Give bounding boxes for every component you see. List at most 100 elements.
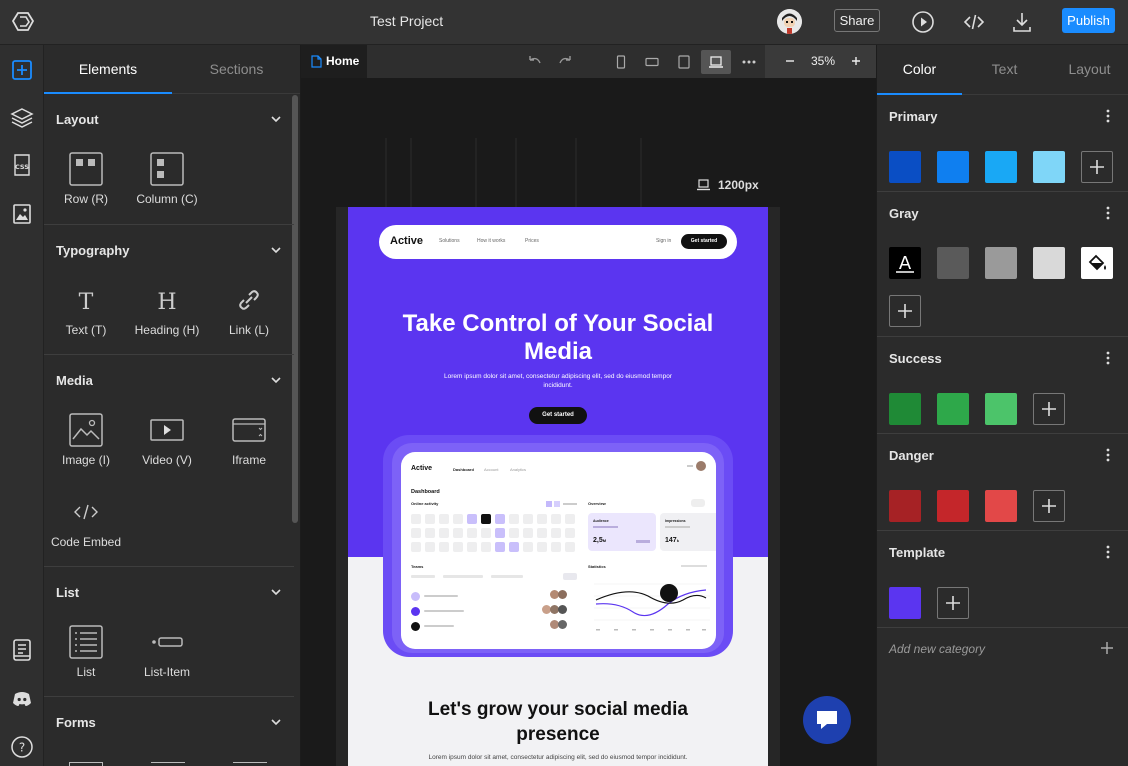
kebab-menu-icon[interactable] <box>1105 109 1111 123</box>
layers-icon[interactable] <box>10 106 34 130</box>
chat-support-button[interactable] <box>803 696 851 744</box>
color-swatch[interactable] <box>985 393 1017 425</box>
site-nav-link[interactable]: How it works <box>477 238 505 244</box>
kebab-menu-icon[interactable] <box>1105 545 1111 559</box>
play-preview-icon[interactable] <box>911 10 935 34</box>
kebab-menu-icon[interactable] <box>1105 448 1111 462</box>
add-color-button[interactable] <box>889 295 921 327</box>
element-text[interactable]: T Text (T) <box>46 283 126 337</box>
element-column[interactable]: Column (C) <box>127 152 207 206</box>
color-swatch-fill[interactable] <box>1081 247 1113 279</box>
element-heading[interactable]: H Heading (H) <box>127 283 207 337</box>
code-view-icon[interactable] <box>962 10 986 34</box>
form-element-icon[interactable] <box>151 762 185 766</box>
color-swatch[interactable] <box>889 490 921 522</box>
site-nav-link[interactable]: Prices <box>525 238 539 244</box>
site-nav-link[interactable]: Solutions <box>439 238 460 244</box>
color-swatch[interactable] <box>937 393 969 425</box>
element-iframe[interactable]: Iframe <box>209 413 289 467</box>
docs-book-icon[interactable] <box>10 638 34 662</box>
heatmap-cell <box>481 542 491 552</box>
undo-icon[interactable] <box>525 53 543 71</box>
style-panel: Color Text Layout Primary Gray A Success… <box>876 45 1128 766</box>
kebab-menu-icon[interactable] <box>1105 351 1111 365</box>
color-swatch[interactable] <box>1033 247 1065 279</box>
design-canvas[interactable]: 1200px Active Solutions How it works Pri… <box>301 78 876 766</box>
add-element-icon[interactable] <box>10 58 34 82</box>
add-color-button[interactable] <box>1081 151 1113 183</box>
tab-color[interactable]: Color <box>877 45 962 94</box>
project-title: Test Project <box>370 13 444 29</box>
color-swatch[interactable] <box>1033 151 1065 183</box>
element-text-label: Text (T) <box>65 323 107 337</box>
tab-sections[interactable]: Sections <box>172 45 300 94</box>
add-category-label[interactable]: Add new category <box>889 642 985 656</box>
tablet-device-icon[interactable] <box>675 53 693 71</box>
chevron-down-icon[interactable] <box>270 374 282 386</box>
heatmap-cell <box>551 528 561 538</box>
tab-text[interactable]: Text <box>962 45 1047 94</box>
color-swatch[interactable] <box>889 587 921 619</box>
zoom-in-icon[interactable] <box>851 56 861 66</box>
color-swatch[interactable] <box>937 490 969 522</box>
tab-elements[interactable]: Elements <box>44 45 172 94</box>
desktop-device-button[interactable] <box>701 50 731 74</box>
color-swatch-text[interactable]: A <box>889 247 921 279</box>
audience-value: 2,5M <box>593 537 606 544</box>
form-element-icon[interactable] <box>233 762 267 766</box>
teams-filter <box>411 575 435 578</box>
user-avatar[interactable] <box>777 9 802 34</box>
chevron-down-icon[interactable] <box>270 113 282 125</box>
mobile-landscape-icon[interactable] <box>643 53 661 71</box>
heatmap-cell <box>495 528 505 538</box>
css-icon[interactable]: CSS <box>10 153 34 177</box>
canvas-toolbar: Home 35% <box>301 45 876 78</box>
color-swatch[interactable] <box>985 151 1017 183</box>
download-icon[interactable] <box>1010 10 1034 34</box>
element-row[interactable]: Row (R) <box>46 152 126 206</box>
color-swatch[interactable] <box>985 490 1017 522</box>
site-signin-link[interactable]: Sign in <box>656 238 671 244</box>
color-swatch[interactable] <box>889 393 921 425</box>
category-title: Success <box>889 351 942 366</box>
chevron-down-icon[interactable] <box>270 586 282 598</box>
help-icon[interactable]: ? <box>10 735 34 759</box>
add-color-button[interactable] <box>937 587 969 619</box>
form-element-icon[interactable] <box>69 762 103 766</box>
chevron-down-icon[interactable] <box>270 716 282 728</box>
add-color-button[interactable] <box>1033 490 1065 522</box>
color-swatch[interactable] <box>937 151 969 183</box>
color-swatch[interactable] <box>937 247 969 279</box>
add-color-button[interactable] <box>1033 393 1065 425</box>
site-navbar[interactable]: Active Solutions How it works Prices Sig… <box>379 225 737 259</box>
kebab-menu-icon[interactable] <box>1105 206 1111 220</box>
site-preview[interactable]: Active Solutions How it works Prices Sig… <box>348 207 768 766</box>
element-list[interactable]: List <box>46 625 126 679</box>
publish-button[interactable]: Publish <box>1062 8 1115 33</box>
zoom-out-icon[interactable] <box>785 56 795 66</box>
add-category-plus-icon[interactable] <box>1100 641 1114 655</box>
element-video[interactable]: Video (V) <box>127 413 207 467</box>
color-swatch[interactable] <box>889 151 921 183</box>
more-options-icon[interactable] <box>740 53 758 71</box>
panel-scrollbar[interactable] <box>292 95 298 523</box>
discord-icon[interactable] <box>10 687 34 711</box>
site-nav-cta[interactable]: Get started <box>681 234 727 249</box>
element-image[interactable]: Image (I) <box>46 413 126 467</box>
element-link[interactable]: Link (L) <box>209 283 289 337</box>
share-button[interactable]: Share <box>834 9 880 32</box>
mobile-device-icon[interactable] <box>612 53 630 71</box>
color-swatch[interactable] <box>985 247 1017 279</box>
element-code-embed[interactable]: Code Embed <box>46 495 126 549</box>
assets-image-icon[interactable] <box>10 202 34 226</box>
tab-layout[interactable]: Layout <box>1047 45 1128 94</box>
divider <box>44 354 294 355</box>
element-list-item[interactable]: List-Item <box>127 625 207 679</box>
app-logo-icon[interactable] <box>10 9 36 35</box>
page-tab-home[interactable]: Home <box>301 45 367 78</box>
hero-cta-button[interactable]: Get started <box>529 407 587 424</box>
chevron-down-icon[interactable] <box>270 244 282 256</box>
heatmap-cell <box>523 528 533 538</box>
redo-icon[interactable] <box>557 53 575 71</box>
column-icon <box>150 152 184 186</box>
